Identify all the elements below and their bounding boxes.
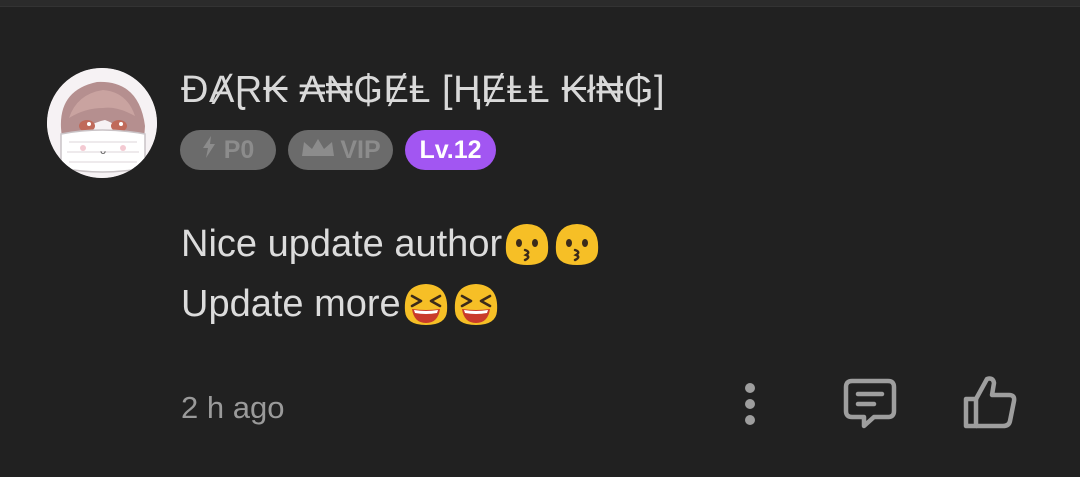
top-divider [0,0,1080,7]
vip-badge: VIP [288,130,393,170]
username[interactable]: ĐȺⱤ₭ ₳₦₲ɆⱠ [ⱧɆⱠⱠ ₭ł₦₲] [181,68,665,112]
more-vertical-icon [743,381,757,432]
svg-text:ᴗ: ᴗ [100,146,106,157]
like-button[interactable] [960,374,1020,434]
more-options-button[interactable] [730,380,770,432]
comment-line-text: Nice update author [181,223,503,265]
lightning-icon [202,135,216,165]
timestamp: 2 h ago [181,390,285,425]
laughing-face-icon [451,281,501,327]
thumbs-up-icon [961,373,1019,436]
vip-badge-label: VIP [340,135,381,164]
avatar[interactable]: ᴗ [47,68,157,178]
crown-icon [300,136,336,165]
comment-icon [842,375,898,436]
comment-line: Nice update author [181,214,602,274]
laughing-face-icon [401,281,451,327]
comment-line: Update more [181,274,602,334]
reply-button[interactable] [841,376,899,434]
kissing-face-icon [552,221,602,267]
level-badge: Lv.12 [405,130,496,170]
kissing-face-icon [502,221,552,267]
p0-badge-label: P0 [223,135,255,164]
comment-body: Nice update author Update more [181,214,602,334]
p0-badge: P0 [180,130,276,170]
badge-row: P0 VIP Lv.12 [180,130,496,170]
comment-line-text: Update more [181,283,401,325]
